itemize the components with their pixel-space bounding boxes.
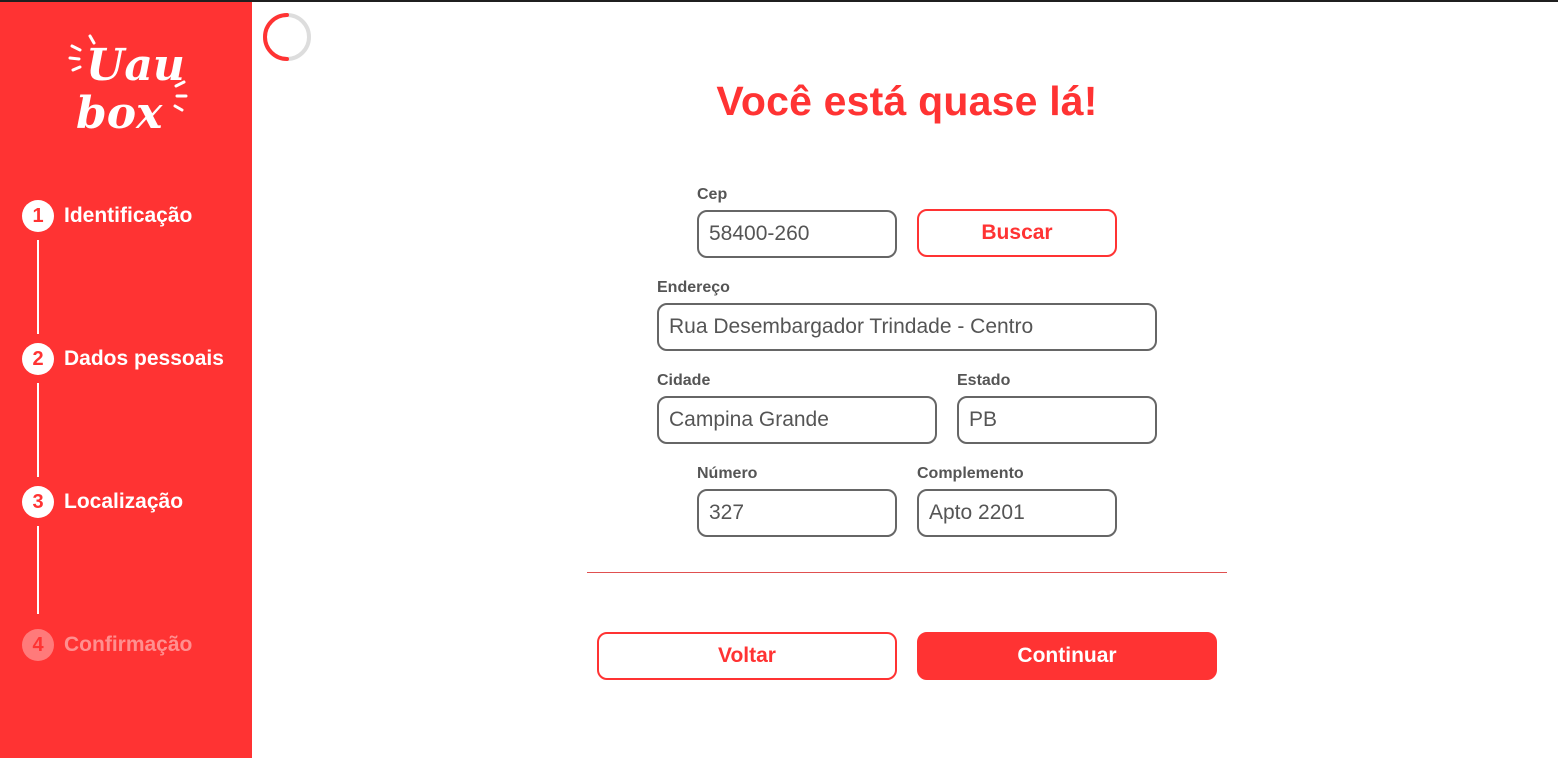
- complemento-field[interactable]: [917, 489, 1117, 537]
- step-connector: [37, 526, 39, 614]
- continuar-button[interactable]: Continuar: [917, 632, 1217, 680]
- estado-field[interactable]: [957, 396, 1157, 444]
- step-localizacao: 3 Localização: [22, 486, 183, 518]
- step-number: 1: [22, 200, 54, 232]
- step-connector: [37, 383, 39, 477]
- cidade-label: Cidade: [657, 372, 711, 389]
- form-divider: [587, 572, 1227, 573]
- svg-text:box: box: [76, 88, 163, 139]
- step-dados-pessoais: 2 Dados pessoais: [22, 343, 224, 375]
- step-confirmacao: 4 Confirmação: [22, 629, 192, 661]
- cep-field[interactable]: [697, 210, 897, 258]
- step-number: 4: [22, 629, 54, 661]
- step-label: Confirmação: [64, 633, 193, 656]
- step-label: Localização: [64, 490, 184, 513]
- estado-label: Estado: [957, 372, 1011, 389]
- endereco-label: Endereço: [657, 279, 730, 296]
- step-label: Dados pessoais: [64, 347, 224, 370]
- loading-spinner-icon: [262, 13, 311, 61]
- page-title: Você está quase lá!: [716, 78, 1098, 124]
- cep-label: Cep: [697, 186, 728, 203]
- cidade-field[interactable]: [657, 396, 937, 444]
- buscar-button[interactable]: Buscar: [917, 209, 1117, 257]
- step-number: 3: [22, 486, 54, 518]
- svg-text:Uau: Uau: [86, 40, 185, 91]
- step-number: 2: [22, 343, 54, 375]
- step-identificacao: 1 Identificação: [22, 200, 192, 232]
- endereco-field[interactable]: [657, 303, 1157, 351]
- sidebar: Uau box 1 Identificação 2 Dados pessoais…: [0, 2, 252, 758]
- voltar-button[interactable]: Voltar: [597, 632, 897, 680]
- step-connector: [37, 240, 39, 334]
- numero-label: Número: [697, 465, 758, 482]
- complemento-label: Complemento: [917, 465, 1024, 482]
- uaubox-logo: Uau box: [68, 34, 188, 139]
- numero-field[interactable]: [697, 489, 897, 537]
- step-label: Identificação: [64, 204, 193, 227]
